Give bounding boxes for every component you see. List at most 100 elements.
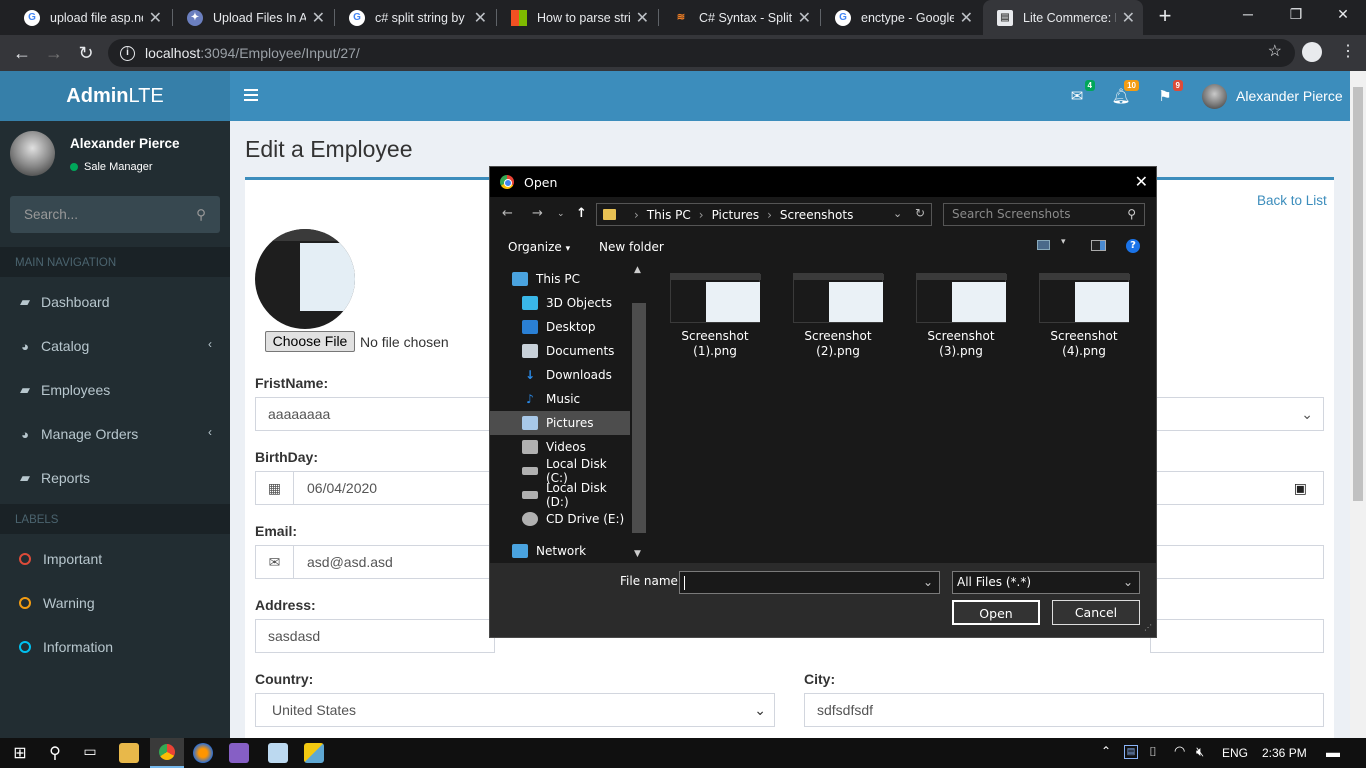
nav-item-local-disk-d[interactable]: Local Disk (D:) bbox=[490, 481, 630, 509]
refresh-icon[interactable]: ↻ bbox=[915, 206, 925, 220]
nav-item-3d-objects[interactable]: 3D Objects bbox=[490, 291, 630, 315]
flag-icon[interactable]: ⚑ 9 bbox=[1155, 80, 1183, 107]
sidebar-item-reports[interactable]: ▰ Reports bbox=[0, 456, 230, 500]
chevron-up-icon[interactable]: ⌃ bbox=[1101, 744, 1111, 758]
close-icon[interactable]: ✕ bbox=[636, 8, 649, 28]
nav-item-this-pc[interactable]: This PC bbox=[490, 267, 630, 291]
clock[interactable]: 2:36 PM bbox=[1262, 746, 1307, 760]
file-item[interactable]: Screenshot (2).png bbox=[783, 263, 893, 359]
wifi-icon[interactable]: ◠ bbox=[1174, 743, 1185, 759]
sidebar-item-employees[interactable]: ▰ Employees bbox=[0, 368, 230, 412]
dialog-close-button[interactable]: ✕ bbox=[1135, 172, 1148, 191]
file-explorer-icon[interactable] bbox=[119, 743, 139, 763]
nav-item-documents[interactable]: Documents bbox=[490, 339, 630, 363]
browser-tab-active[interactable]: ▤ Lite Commerce: Ed ✕ bbox=[983, 0, 1143, 35]
file-name-input[interactable]: ⌄ bbox=[679, 571, 940, 594]
restore-button[interactable]: ❐ bbox=[1273, 6, 1319, 23]
city-input[interactable]: sdfsdfsdf bbox=[804, 693, 1324, 727]
sidebar-label-information[interactable]: Information bbox=[0, 625, 230, 669]
close-icon[interactable]: ✕ bbox=[1122, 8, 1135, 28]
nav-item-downloads[interactable]: ↓ Downloads bbox=[490, 363, 630, 387]
back-to-list-link[interactable]: Back to List bbox=[1257, 193, 1327, 208]
cancel-button[interactable]: Cancel bbox=[1052, 600, 1140, 625]
sidebar-search-input[interactable]: Search... ⚲ bbox=[10, 196, 220, 233]
search-icon[interactable]: ⚲ bbox=[196, 196, 206, 233]
windows-start-icon[interactable]: ⊞ bbox=[10, 743, 30, 763]
info-icon[interactable]: i bbox=[120, 45, 135, 61]
task-view-icon[interactable]: ▭ bbox=[80, 743, 100, 763]
browser-tab[interactable]: How to parse strin ✕ bbox=[497, 0, 657, 35]
choose-file-button[interactable]: Choose File bbox=[265, 331, 355, 352]
close-icon[interactable]: ✕ bbox=[960, 8, 973, 28]
bell-icon[interactable]: 🔔︎ 10 bbox=[1111, 80, 1139, 107]
sidebar-item-dashboard[interactable]: ▰ Dashboard bbox=[0, 280, 230, 324]
profile-icon[interactable] bbox=[1302, 42, 1322, 62]
firefox-icon[interactable] bbox=[193, 743, 213, 763]
calendar-picker-icon[interactable]: ▣ bbox=[1294, 472, 1307, 504]
path-breadcrumb[interactable]: › This PC › Pictures › Screenshots ⌄ ↻ bbox=[596, 203, 932, 226]
birthday-input[interactable]: ▦ 06/04/2020 bbox=[255, 471, 495, 505]
up-arrow-icon[interactable]: ↑ bbox=[576, 206, 587, 221]
chevron-up-icon[interactable]: ▲ bbox=[634, 265, 641, 275]
open-button[interactable]: Open bbox=[952, 600, 1040, 625]
avatar[interactable] bbox=[1202, 84, 1227, 109]
reload-button[interactable]: ↻ bbox=[74, 41, 98, 65]
address-bar[interactable]: i localhost:3094/Employee/Input/27/ bbox=[108, 39, 1295, 67]
mail-icon[interactable]: ✉ 4 bbox=[1067, 80, 1095, 107]
notepad-icon[interactable] bbox=[268, 743, 288, 763]
forward-arrow-icon[interactable]: → bbox=[532, 206, 543, 221]
view-options-icon[interactable] bbox=[1037, 240, 1050, 250]
back-button[interactable]: ← bbox=[10, 41, 34, 65]
minimize-button[interactable]: ─ bbox=[1225, 6, 1271, 22]
organize-button[interactable]: Organize ▾ bbox=[508, 240, 570, 254]
close-icon[interactable]: ✕ bbox=[474, 8, 487, 28]
chevron-down-icon[interactable]: ▼ bbox=[634, 549, 641, 559]
breadcrumb-pictures[interactable]: Pictures bbox=[712, 208, 760, 222]
preview-pane-icon[interactable] bbox=[1091, 240, 1106, 251]
date-field[interactable]: ▣ bbox=[1150, 471, 1324, 505]
file-item[interactable]: Screenshot (1).png bbox=[660, 263, 770, 359]
notification-icon[interactable]: ▬ bbox=[1326, 744, 1340, 760]
nav-item-music[interactable]: ♪ Music bbox=[490, 387, 630, 411]
select-field[interactable]: ⌄ bbox=[1150, 397, 1324, 431]
sidebar-label-important[interactable]: Important bbox=[0, 537, 230, 581]
bookmark-star-icon[interactable]: ☆ bbox=[1268, 41, 1282, 61]
header-user-name[interactable]: Alexander Pierce bbox=[1236, 88, 1343, 104]
help-icon[interactable]: ? bbox=[1126, 239, 1140, 253]
nav-pane-scrollbar[interactable]: ▲ ▼ bbox=[630, 263, 648, 563]
chrome-taskbar-active[interactable] bbox=[150, 738, 184, 768]
window-close-button[interactable]: ✕ bbox=[1320, 6, 1366, 23]
browser-tab[interactable]: G enctype - Google ✕ bbox=[821, 0, 981, 35]
sidebar-label-warning[interactable]: Warning bbox=[0, 581, 230, 625]
firstname-input[interactable]: aaaaaaaa bbox=[255, 397, 495, 431]
close-icon[interactable]: ✕ bbox=[312, 8, 325, 28]
dialog-search-input[interactable]: Search Screenshots ⚲ bbox=[943, 203, 1145, 226]
nav-item-local-disk-c[interactable]: Local Disk (C:) bbox=[490, 457, 630, 485]
text-field[interactable] bbox=[1150, 619, 1324, 653]
nav-item-videos[interactable]: Videos bbox=[490, 435, 630, 459]
app-logo[interactable]: AdminLTE bbox=[0, 71, 230, 121]
keyboard-icon[interactable]: ▤ bbox=[1124, 745, 1138, 759]
nav-item-cd-drive-e[interactable]: CD Drive (E:) bbox=[490, 507, 630, 531]
text-field[interactable] bbox=[1150, 545, 1324, 579]
chevron-down-icon[interactable]: ⌄ bbox=[923, 572, 933, 593]
menu-dots-icon[interactable]: ⋮ bbox=[1340, 41, 1356, 61]
nav-item-network[interactable]: Network bbox=[490, 539, 630, 563]
resize-grip-icon[interactable]: ⋰ bbox=[1144, 623, 1152, 632]
forward-button[interactable]: → bbox=[42, 41, 66, 65]
browser-tab[interactable]: ≋ C# Syntax - Split S ✕ bbox=[659, 0, 819, 35]
visual-studio-icon[interactable] bbox=[229, 743, 249, 763]
breadcrumb-this-pc[interactable]: This PC bbox=[647, 208, 691, 222]
address-input[interactable]: sasdasd bbox=[255, 619, 495, 653]
file-item[interactable]: Screenshot (4).png bbox=[1029, 263, 1139, 359]
sidebar-item-manage-orders[interactable]: ◕ Manage Orders ‹ bbox=[0, 412, 230, 456]
new-tab-button[interactable]: + bbox=[1153, 5, 1177, 29]
recent-locations-icon[interactable]: ⌄ bbox=[557, 209, 565, 219]
language-indicator[interactable]: ENG bbox=[1222, 746, 1248, 760]
battery-icon[interactable]: ⌷ bbox=[1149, 744, 1157, 760]
browser-tab[interactable]: G upload file asp.ne ✕ bbox=[10, 0, 170, 35]
back-arrow-icon[interactable]: ← bbox=[502, 206, 513, 221]
nav-item-desktop[interactable]: Desktop bbox=[490, 315, 630, 339]
new-folder-button[interactable]: New folder bbox=[599, 240, 664, 254]
file-item[interactable]: Screenshot (3).png bbox=[906, 263, 1016, 359]
